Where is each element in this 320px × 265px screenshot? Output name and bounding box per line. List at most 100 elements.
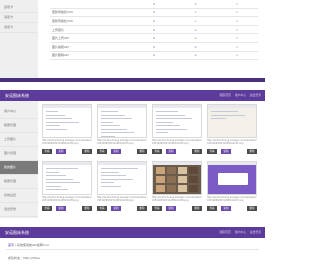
- breadcrumb: 首页 / 系统使用类API说明Curl: [8, 243, 49, 247]
- header-links: 图床首页 用户中心 退出登录: [217, 90, 261, 101]
- image-thumbnail[interactable]: [207, 161, 257, 195]
- thumbnail-text-line: [46, 118, 72, 119]
- image-thumbnail[interactable]: [42, 161, 92, 195]
- copy-button[interactable]: 复制: [221, 206, 231, 211]
- image-card: http://anotuchuang.sinaapp.com/uploads/2…: [97, 161, 147, 211]
- delete-button[interactable]: 删除: [247, 149, 257, 154]
- image-thumbnail[interactable]: [42, 104, 92, 138]
- delete-button[interactable]: 删除: [192, 206, 202, 211]
- table-row: × × ✓: [50, 0, 258, 9]
- view-button[interactable]: 查看: [97, 206, 107, 211]
- check-icon: ✓: [216, 33, 258, 43]
- card-actions: 查看 复制 删除: [42, 206, 92, 211]
- thumbnail-titlebar: [153, 162, 201, 165]
- thumbnail-text-line: [101, 175, 126, 176]
- sidebar-item[interactable]: 退出登录: [0, 203, 38, 217]
- header-link-home[interactable]: 图床首页: [220, 93, 231, 97]
- cross-icon: ×: [174, 0, 217, 9]
- sidebar-item[interactable]: 系统设置: [0, 189, 38, 203]
- image-thumbnail[interactable]: [97, 104, 147, 138]
- sidebar-item[interactable]: 相册管理: [0, 175, 38, 189]
- image-card: http://anotuchuang.sinaapp.com/uploads/2…: [207, 104, 257, 154]
- header-link-logout[interactable]: 退出登录: [250, 230, 261, 234]
- sidebar-item[interactable]: 图片管理: [0, 147, 38, 161]
- app-title: 安诺图床系统: [5, 230, 29, 235]
- card-actions: 查看 复制 删除: [97, 149, 147, 154]
- thumbnail-text-line: [46, 114, 65, 116]
- top-sidebar: 选项卡 选项卡 选项卡: [0, 0, 38, 78]
- thumbnail-photo-tile: [189, 176, 198, 183]
- image-card: http://anotuchuang.sinaapp.com/uploads/2…: [152, 161, 202, 211]
- sidebar-item[interactable]: 选项卡: [0, 13, 38, 23]
- image-url: http://anotuchuang.sinaapp.com/uploads/2…: [42, 139, 92, 145]
- thumbnail-photo-tile: [178, 185, 187, 192]
- copy-button[interactable]: 复制: [111, 149, 121, 154]
- thumbnail-text-line: [101, 114, 125, 116]
- delete-button[interactable]: 删除: [137, 149, 147, 154]
- thumbnail-photo-tile: [167, 167, 176, 174]
- thumbnail-text-line: [101, 111, 118, 112]
- view-button[interactable]: 查看: [207, 149, 217, 154]
- header-link-user[interactable]: 用户中心: [235, 93, 246, 97]
- table-row: 图片上传API × × ✓: [50, 33, 258, 43]
- thumbnail-text-line: [156, 128, 187, 130]
- image-thumbnail[interactable]: [152, 104, 202, 138]
- card-actions: 查看 复制 删除: [152, 206, 202, 211]
- view-button[interactable]: 查看: [152, 149, 162, 154]
- card-actions: 查看 复制 删除: [207, 206, 257, 211]
- cross-icon: ×: [133, 51, 175, 61]
- content-divider: [6, 249, 259, 250]
- delete-button[interactable]: 删除: [192, 149, 202, 154]
- header-link-home[interactable]: 图床首页: [220, 230, 231, 234]
- view-button[interactable]: 查看: [42, 206, 52, 211]
- image-url: http://anotuchuang.sinaapp.com/uploads/2…: [152, 196, 202, 202]
- gallery-sidebar: 用户中心 相册管理 上传图片 图片管理 我的图片 相册管理 系统设置 退出登录: [0, 101, 38, 218]
- row-label: [50, 0, 134, 9]
- check-icon: ✓: [174, 16, 217, 26]
- view-button[interactable]: 查看: [97, 149, 107, 154]
- header-link-user[interactable]: 用户中心: [235, 230, 246, 234]
- table-row: 图片编辑API × × ✓: [50, 42, 258, 52]
- thumbnail-text-line: [101, 132, 134, 133]
- sidebar-item[interactable]: 相册管理: [0, 119, 38, 133]
- copy-button[interactable]: 复制: [56, 149, 66, 154]
- image-thumbnail[interactable]: [97, 161, 147, 195]
- sidebar-item[interactable]: 选项卡: [0, 3, 38, 13]
- thumbnail-text-line: [211, 114, 245, 116]
- sidebar-item[interactable]: 上传图片: [0, 133, 38, 147]
- image-thumbnail[interactable]: [207, 104, 257, 138]
- row-label: 上传照片: [50, 25, 134, 35]
- thumbnail-titlebar: [208, 105, 256, 108]
- copy-button[interactable]: 复制: [56, 206, 66, 211]
- sidebar-item[interactable]: 选项卡: [0, 23, 38, 33]
- copy-button[interactable]: 复制: [166, 149, 176, 154]
- delete-button[interactable]: 删除: [137, 206, 147, 211]
- delete-button[interactable]: 删除: [82, 206, 92, 211]
- thumbnail-text-line: [101, 118, 132, 119]
- delete-button[interactable]: 删除: [82, 149, 92, 154]
- copy-button[interactable]: 复制: [166, 206, 176, 211]
- image-thumbnail[interactable]: [152, 161, 202, 195]
- thumbnail-text-line: [156, 114, 185, 116]
- breadcrumb-home[interactable]: 首页: [8, 243, 14, 247]
- view-button[interactable]: 查看: [42, 149, 52, 154]
- view-button[interactable]: 查看: [152, 206, 162, 211]
- cross-icon: ×: [133, 25, 175, 35]
- delete-button[interactable]: 删除: [247, 206, 257, 211]
- view-button[interactable]: 查看: [207, 206, 217, 211]
- thumbnail-text-line: [101, 185, 121, 187]
- thumbnail-titlebar: [98, 162, 146, 165]
- thumbnail-text-line: [46, 111, 58, 112]
- thumbnail-photo-tile: [189, 167, 198, 174]
- thumbnail-text-line: [101, 121, 113, 123]
- thumbnail-text-line: [211, 118, 226, 119]
- header-link-logout[interactable]: 退出登录: [250, 93, 261, 97]
- thumbnail-text-line: [156, 132, 168, 133]
- sidebar-item[interactable]: 用户中心: [0, 105, 38, 119]
- sidebar-item[interactable]: 我的图片: [0, 161, 38, 175]
- thumbnail-text-line: [46, 171, 59, 173]
- copy-button[interactable]: 复制: [111, 206, 121, 211]
- header-links: 图床首页 用户中心 退出登录: [217, 227, 261, 238]
- copy-button[interactable]: 复制: [221, 149, 231, 154]
- breadcrumb-separator: /: [14, 243, 16, 247]
